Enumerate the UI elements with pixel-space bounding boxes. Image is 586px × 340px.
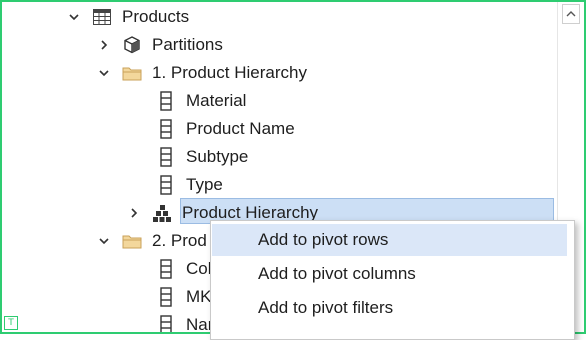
tree-item-label: MK [186, 287, 212, 306]
tree-item-material[interactable]: Material [156, 87, 246, 115]
scroll-up-button[interactable] [562, 4, 580, 24]
tree-item-type[interactable]: Type [156, 171, 223, 199]
chevron-down-icon[interactable] [98, 67, 110, 79]
menu-item-add-to-pivot-filters[interactable]: Add to pivot filters [212, 292, 567, 324]
folder-icon [122, 63, 142, 83]
tree-item-label: Subtype [186, 147, 249, 166]
tree-item-product-name[interactable]: Product Name [156, 115, 295, 143]
column-icon [156, 119, 176, 139]
tree-item-label: Col [186, 259, 212, 278]
table-icon [92, 7, 112, 27]
tree-item-nar[interactable]: Nar [156, 311, 213, 332]
folder-icon [122, 231, 142, 251]
tree-item-folder-2[interactable]: 2. Prod [98, 227, 207, 255]
partitions-cube-icon [122, 35, 142, 55]
tree-item-products[interactable]: Products [68, 3, 189, 31]
column-icon [156, 91, 176, 111]
tree-item-subtype[interactable]: Subtype [156, 143, 248, 171]
tree-item-label: 1. Product Hierarchy [152, 63, 307, 82]
column-icon [156, 287, 176, 307]
column-icon [156, 147, 176, 167]
scroll-up-arrow-icon [566, 11, 576, 17]
tree-item-label: Product Name [186, 119, 295, 138]
corner-marker-icon: T [4, 316, 18, 330]
menu-item-add-to-pivot-columns[interactable]: Add to pivot columns [212, 258, 567, 290]
hierarchy-icon [152, 203, 172, 223]
chevron-right-icon[interactable] [128, 207, 140, 219]
column-icon [156, 175, 176, 195]
column-icon [156, 259, 176, 279]
context-menu: Add to pivot rows Add to pivot columns A… [210, 220, 575, 340]
tree-item-label: Material [186, 91, 247, 110]
tree-item-label: Type [186, 175, 223, 194]
tree-item-label: Products [122, 7, 190, 26]
menu-item-label: Add to pivot rows [258, 230, 389, 249]
chevron-down-icon[interactable] [98, 235, 110, 247]
chevron-right-icon[interactable] [98, 39, 110, 51]
menu-item-add-to-pivot-rows[interactable]: Add to pivot rows [212, 224, 567, 256]
tree-item-label: 2. Prod [152, 231, 207, 250]
tree-item-partitions[interactable]: Partitions [98, 31, 223, 59]
menu-item-label: Add to pivot filters [258, 298, 394, 317]
tree-item-label: Partitions [152, 35, 223, 54]
tree-item-folder-product-hierarchy[interactable]: 1. Product Hierarchy [98, 59, 307, 87]
tree-item-col[interactable]: Col [156, 255, 212, 283]
column-icon [156, 315, 176, 332]
menu-item-label: Add to pivot columns [258, 264, 416, 283]
chevron-down-icon[interactable] [68, 11, 80, 23]
tree-item-mk[interactable]: MK [156, 283, 212, 311]
